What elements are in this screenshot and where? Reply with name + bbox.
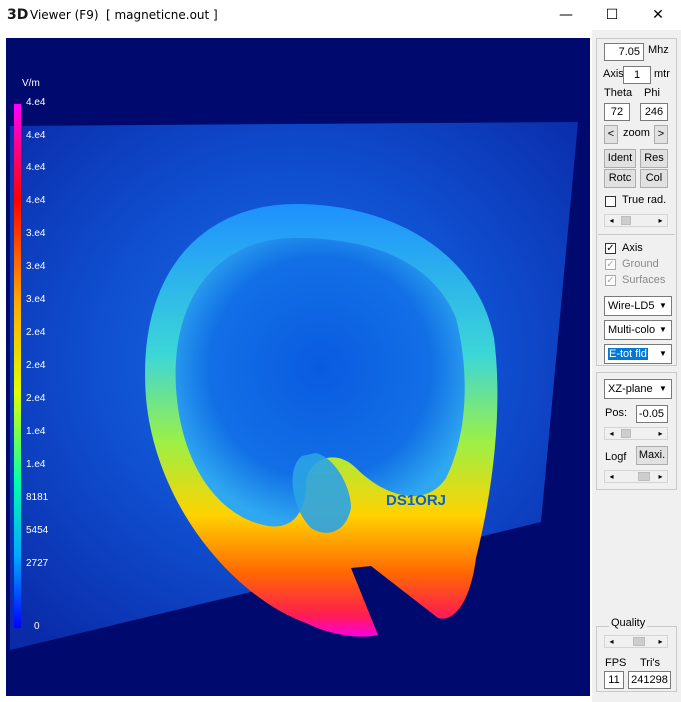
plane-select[interactable]: XZ-plane ▼ — [604, 379, 672, 399]
zoom-label: zoom — [623, 127, 650, 139]
axis-length-input[interactable]: 1 — [623, 66, 651, 84]
legend-label: 1.e4 — [26, 426, 46, 437]
scroll-right-icon[interactable]: ▸ — [654, 636, 667, 647]
surfaces-check-label: Surfaces — [622, 274, 666, 286]
pos-label: Pos: — [605, 407, 628, 419]
scroll-left-icon[interactable]: ◂ — [605, 215, 618, 226]
theta-label: Theta — [604, 87, 633, 99]
legend-label: 8181 — [26, 492, 49, 503]
quality-label: Quality — [609, 617, 648, 629]
zoom-out-button[interactable]: < — [604, 125, 618, 144]
frequency-unit: Mhz — [648, 44, 669, 56]
fps-value: 11 — [604, 671, 624, 689]
legend-label: 1.e4 — [26, 459, 46, 470]
close-button[interactable]: ✕ — [635, 0, 681, 30]
axis-label: Axis — [603, 68, 624, 80]
axis-check-label: Axis — [622, 242, 643, 254]
maxi-button[interactable]: Maxi. — [636, 446, 668, 465]
maximize-icon: ☐ — [605, 7, 619, 23]
divider — [598, 234, 675, 235]
chevron-down-icon: ▼ — [655, 380, 671, 398]
color-scale-bar — [14, 104, 21, 628]
scroll-left-icon[interactable]: ◂ — [605, 428, 618, 439]
legend-unit: V/m — [22, 78, 40, 89]
axis-checkbox[interactable]: ✓ — [605, 243, 616, 254]
pos-slider[interactable]: ◂ ▸ — [604, 427, 668, 440]
ident-button[interactable]: Ident — [604, 149, 636, 168]
legend-label: 2727 — [26, 558, 49, 569]
chevron-down-icon: ▼ — [655, 345, 671, 363]
axis-unit: mtr — [654, 68, 670, 80]
slider-thumb[interactable] — [621, 216, 631, 225]
scroll-right-icon[interactable]: ▸ — [654, 428, 667, 439]
maximize-button[interactable]: ☐ — [589, 0, 635, 30]
theta-input[interactable]: 72 — [604, 103, 630, 121]
callsign-label: DS1ORJ — [386, 492, 447, 509]
app-logo: 3D — [7, 7, 29, 23]
plane-select-value: XZ-plane — [608, 383, 653, 395]
field-type-value: E-tot fld — [608, 348, 648, 360]
3d-viewport[interactable]: V/m 4.e4 4.e4 4.e4 4.e4 3.e4 3.e4 3.e4 2… — [6, 38, 590, 696]
slider-thumb[interactable] — [638, 472, 650, 481]
legend-label: 3.e4 — [26, 294, 46, 305]
window-title: Viewer (F9) — [30, 8, 99, 22]
scroll-left-icon[interactable]: ◂ — [605, 471, 618, 482]
zoom-in-button[interactable]: > — [654, 125, 668, 144]
chevron-down-icon: ▼ — [655, 297, 671, 315]
scroll-right-icon[interactable]: ▸ — [654, 471, 667, 482]
legend-label: 3.e4 — [26, 261, 46, 272]
legend-label: 5454 — [26, 525, 49, 536]
ground-checkbox[interactable]: ✓ — [605, 259, 616, 270]
legend-label: 0 — [34, 621, 40, 632]
scroll-right-icon[interactable]: ▸ — [654, 215, 667, 226]
legend-label: 4.e4 — [26, 195, 46, 206]
legend-label: 2.e4 — [26, 360, 46, 371]
minimize-button[interactable]: — — [543, 0, 589, 30]
logf-slider[interactable]: ◂ ▸ — [604, 470, 668, 483]
phi-label: Phi — [644, 87, 660, 99]
true-rad-label: True rad. — [622, 194, 667, 206]
control-panel: 7.05 Mhz Axis 1 mtr Theta Phi 72 246 < z… — [592, 30, 681, 702]
slider-thumb[interactable] — [621, 429, 631, 438]
ground-check-label: Ground — [622, 258, 659, 270]
color-mode-value: Multi-colo — [608, 324, 656, 336]
legend-label: 2.e4 — [26, 327, 46, 338]
file-name: [ magneticne.out ] — [106, 8, 218, 22]
scroll-left-icon[interactable]: ◂ — [605, 636, 618, 647]
fps-label: FPS — [605, 657, 627, 669]
res-button[interactable]: Res — [640, 149, 668, 168]
legend-label: 2.e4 — [26, 393, 46, 404]
pos-input[interactable]: -0.05 — [636, 405, 668, 423]
legend-label: 4.e4 — [26, 97, 46, 108]
legend-label: 4.e4 — [26, 130, 46, 141]
logf-label: Logf — [605, 451, 627, 463]
color-mode-select[interactable]: Multi-colo ▼ — [604, 320, 672, 340]
col-button[interactable]: Col — [640, 169, 668, 188]
slider-thumb[interactable] — [633, 637, 645, 646]
rotc-button[interactable]: Rotc — [604, 169, 636, 188]
frequency-input[interactable]: 7.05 — [604, 43, 644, 61]
tris-label: Tri's — [640, 657, 661, 669]
wire-select[interactable]: Wire-LD5 ▼ — [604, 296, 672, 316]
phi-input[interactable]: 246 — [640, 103, 668, 121]
close-icon: ✕ — [652, 7, 664, 23]
chevron-down-icon: ▼ — [655, 321, 671, 339]
title-bar: 3D Viewer (F9) [ magneticne.out ] — ☐ ✕ — [0, 0, 681, 30]
true-rad-checkbox[interactable] — [605, 196, 616, 207]
wire-select-value: Wire-LD5 — [608, 300, 655, 312]
tris-value: 241298 — [628, 671, 671, 689]
field-type-select[interactable]: E-tot fld ▼ — [604, 344, 672, 364]
minimize-icon: — — [559, 7, 573, 23]
true-rad-slider[interactable]: ◂ ▸ — [604, 214, 668, 227]
legend-label: 4.e4 — [26, 162, 46, 173]
quality-slider[interactable]: ◂ ▸ — [604, 635, 668, 648]
field-render — [10, 104, 578, 650]
surfaces-checkbox[interactable]: ✓ — [605, 275, 616, 286]
legend-label: 3.e4 — [26, 228, 46, 239]
